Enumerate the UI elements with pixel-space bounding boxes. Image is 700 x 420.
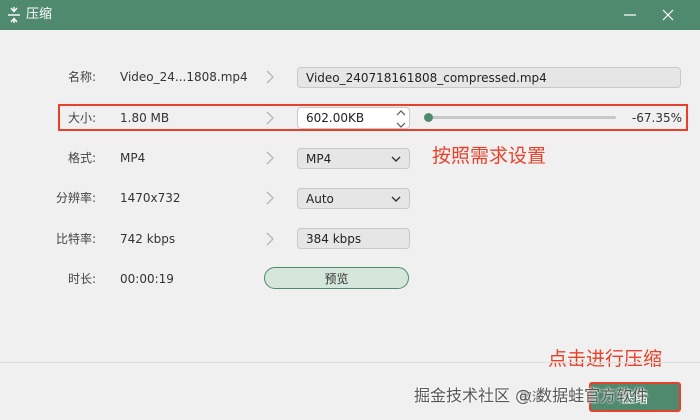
- close-icon: [662, 9, 674, 21]
- chevron-down-icon: [391, 156, 401, 162]
- original-resolution: 1470x732: [120, 191, 181, 205]
- minimize-icon: [624, 14, 636, 16]
- resolution-label: 分辨率:: [55, 191, 96, 205]
- preview-label: 预览: [324, 271, 349, 286]
- chevron-right-icon: [266, 191, 274, 205]
- original-name: Video_24...1808.mp4: [120, 70, 248, 84]
- original-format: MP4: [120, 151, 146, 165]
- output-name-field[interactable]: Video_240718161808_compressed.mp4: [297, 67, 681, 88]
- output-name-value: Video_240718161808_compressed.mp4: [306, 70, 547, 85]
- chevron-down-icon: [391, 196, 401, 202]
- annotation-set-as-needed: 按照需求设置: [432, 145, 547, 167]
- bitrate-field[interactable]: 384 kbps: [297, 228, 410, 249]
- bitrate-value: 384 kbps: [306, 231, 362, 246]
- resolution-selected: Auto: [306, 191, 334, 206]
- original-bitrate: 742 kbps: [120, 232, 176, 246]
- preview-button[interactable]: 预览: [264, 267, 409, 289]
- original-duration: 00:00:19: [120, 272, 174, 286]
- footer-divider: [0, 362, 700, 363]
- size-row-highlight: [58, 104, 688, 131]
- format-select[interactable]: MP4: [297, 148, 410, 169]
- annotation-click-compress: 点击进行压缩: [548, 348, 663, 370]
- watermark-text: 掘金技术社区 @ 数据蛙官方软件: [414, 386, 649, 405]
- format-selected: MP4: [306, 151, 332, 166]
- format-label: 格式:: [67, 151, 96, 165]
- bitrate-label: 比特率:: [55, 232, 96, 246]
- name-label: 名称:: [67, 70, 96, 84]
- chevron-right-icon: [266, 151, 274, 165]
- close-button[interactable]: [650, 0, 686, 30]
- duration-label: 时长:: [67, 272, 96, 286]
- compress-icon: [8, 7, 20, 23]
- chevron-right-icon: [266, 70, 274, 84]
- chevron-right-icon: [266, 232, 274, 246]
- window-title: 压缩: [26, 7, 53, 22]
- title-bar: 压缩: [0, 0, 700, 30]
- resolution-select[interactable]: Auto: [297, 188, 410, 209]
- minimize-button[interactable]: [612, 0, 648, 30]
